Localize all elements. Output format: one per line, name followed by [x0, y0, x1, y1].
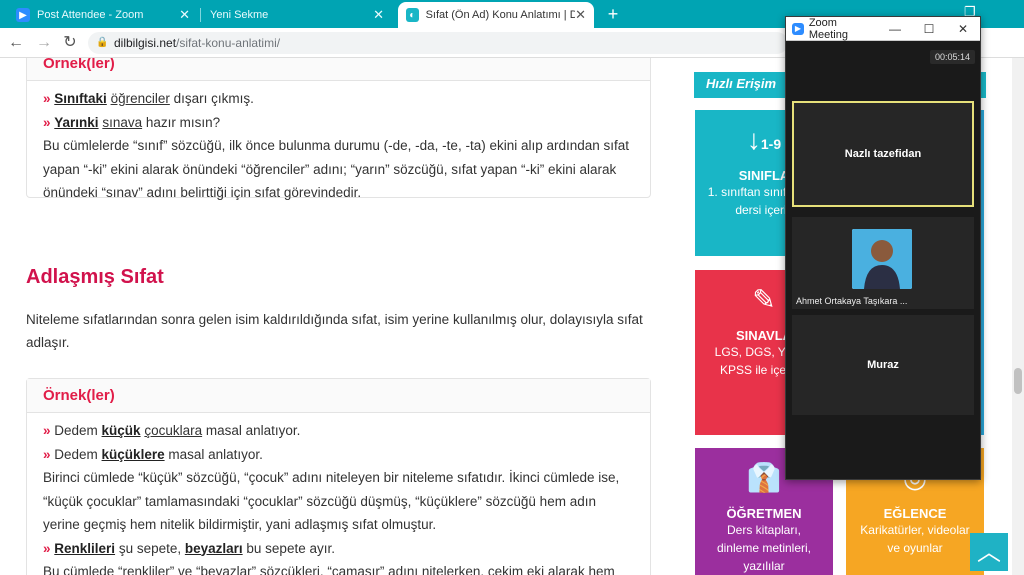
example-line: » Dedem küçük çocuklara masal anlatıyor. [43, 419, 634, 443]
section-paragraph: Niteleme sıfatlarından sonra gelen isim … [26, 312, 643, 350]
close-icon[interactable]: ✕ [179, 7, 190, 23]
example-word: beyazları [184, 540, 243, 556]
example-text: bu sepete ayır. [242, 540, 335, 556]
example-text: Dedem [50, 446, 102, 462]
example-word: sınava [102, 114, 143, 130]
zoom-logo-icon: ▶ [792, 22, 804, 35]
participant-video[interactable]: Muraz [792, 315, 974, 415]
tab-post-attendee-zoom[interactable]: ▶ Post Attendee - Zoom ✕ [8, 2, 198, 28]
zoom-meeting-window: ▶ Zoom Meeting — ☐ ✕ 00:05:14 Nazlı taze… [785, 16, 981, 480]
bullet-mark: » [43, 446, 51, 462]
example-text: şu sepete, [115, 540, 185, 556]
example-card-body: » Dedem küçük çocuklara masal anlatıyor.… [27, 413, 650, 575]
tab-divider [200, 8, 201, 22]
close-icon[interactable]: ✕ [373, 7, 384, 23]
reload-icon[interactable]: ↻ [60, 33, 80, 53]
meeting-timer: 00:05:14 [930, 50, 976, 64]
example-word: çocuklara [144, 423, 203, 438]
example-word: öğrenciler [110, 91, 170, 106]
url-path: /sifat-konu-anlatimi/ [176, 36, 281, 50]
example-card-header: Örnek(ler) [27, 379, 650, 413]
participant-name: Nazlı tazefidan [844, 148, 922, 160]
explanation-text: Bu cümlelerde “sınıf” sözcüğü, ilk önce … [43, 138, 630, 200]
bullet-mark: » [43, 423, 51, 438]
back-arrow-icon[interactable]: ← [6, 33, 26, 53]
maximize-icon[interactable]: ☐ [912, 22, 946, 36]
tile-desc: Ders kitapları, dinleme metinleri, yazıl… [716, 523, 812, 573]
address-bar[interactable]: 🔒 dilbilgisi.net /sifat-konu-anlatimi/ [88, 32, 788, 54]
example-card-1: Örnek(ler) » Sınıftaki öğrenciler dışarı… [26, 58, 651, 200]
example-text: dışarı çıkmış. [169, 91, 254, 106]
explanation-text: Birinci cümlede “küçük” sözcüğü, “çocuk”… [43, 470, 620, 532]
example-line: » Renklileri şu sepete, beyazları bu sep… [43, 537, 634, 561]
scroll-to-top-button[interactable]: ︿ [970, 533, 1008, 571]
participant-video-active[interactable]: Nazlı tazefidan [792, 101, 974, 207]
tab-title: Yeni Sekme [210, 9, 269, 21]
bullet-mark: » [43, 114, 51, 130]
example-word: küçüklere [101, 446, 165, 462]
example-word: küçük [101, 423, 141, 438]
tab-title: Sıfat (Ön Ad) Konu Anlatımı | Dil... [425, 9, 576, 21]
bullet-mark: » [43, 91, 51, 106]
example-card-body: » Sınıftaki öğrenciler dışarı çıkmış. » … [27, 81, 650, 213]
example-line: » Dedem küçüklere masal anlatıyor. [43, 443, 634, 467]
new-tab-button[interactable]: + [602, 4, 624, 24]
minimize-icon[interactable]: — [878, 22, 912, 36]
example-word: Renklileri [54, 540, 116, 556]
tab-title: Post Attendee - Zoom [37, 9, 144, 21]
example-text: masal anlatıyor. [202, 423, 301, 438]
scrollbar-thumb[interactable] [1014, 368, 1022, 394]
zoom-favicon-icon: ▶ [16, 8, 30, 22]
forward-arrow-icon[interactable]: → [34, 33, 54, 53]
participant-name: Ahmet Ortakaya Taşıkara ... [796, 296, 908, 306]
tile-desc: Karikatürler, videolar ve oyunlar [860, 523, 970, 555]
example-card-2: Örnek(ler) » Dedem küçük çocuklara masal… [26, 378, 651, 575]
example-word: Yarınki [54, 114, 99, 130]
tile-title: ÖĞRETMEN [726, 506, 802, 521]
example-text: masal anlatıyor. [164, 446, 263, 462]
tile-title: EĞLENCE [883, 506, 947, 521]
example-line: » Yarınki sınava hazır mısın? [43, 111, 634, 135]
zoom-window-title: Zoom Meeting [808, 16, 848, 41]
page-scrollbar[interactable] [1012, 58, 1024, 575]
bullet-mark: » [43, 540, 51, 556]
close-icon[interactable]: ✕ [575, 7, 586, 23]
section-heading: Adlaşmış Sıfat [26, 266, 164, 288]
participant-name: Muraz [867, 359, 899, 371]
tab-new-tab[interactable]: Yeni Sekme ✕ [202, 2, 392, 28]
explanation-text: Bu cümlede “renkliler” ve “beyazlar” söz… [43, 564, 615, 575]
example-line: » Sınıftaki öğrenciler dışarı çıkmış. [43, 87, 634, 111]
example-text: Dedem [50, 423, 102, 438]
url-host: dilbilgisi.net [114, 36, 177, 50]
close-icon[interactable]: ✕ [946, 22, 980, 36]
participant-avatar [852, 229, 912, 289]
site-favicon-icon: ◐ [406, 8, 419, 22]
tab-sifat-konu-anlatimi[interactable]: ◐ Sıfat (Ön Ad) Konu Anlatımı | Dil... ✕ [398, 2, 594, 28]
example-word: Sınıftaki [54, 91, 107, 106]
example-text: hazır mısın? [142, 114, 221, 130]
lock-icon: 🔒 [96, 37, 109, 48]
example-card-header: Örnek(ler) [27, 58, 650, 81]
zoom-titlebar: ▶ Zoom Meeting — ☐ ✕ [786, 17, 980, 41]
